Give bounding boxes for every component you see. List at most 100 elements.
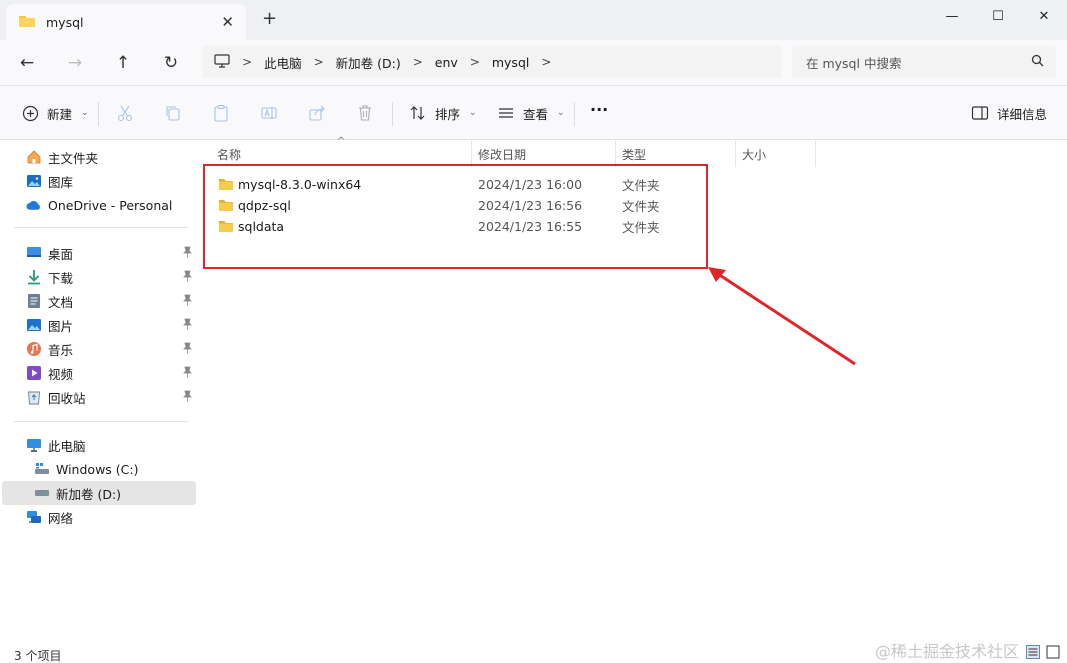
details-view-icon[interactable]: [1026, 645, 1042, 661]
sidebar-item-onedrive[interactable]: OneDrive - Personal: [2, 193, 196, 217]
pin-icon: [183, 342, 192, 357]
cloud-icon: [26, 197, 42, 213]
delete-button[interactable]: [355, 103, 375, 123]
pin-icon: [183, 246, 192, 261]
computer-icon: [214, 53, 230, 71]
maximize-button[interactable]: ☐: [975, 0, 1021, 32]
sort-button[interactable]: 排序 ⌄: [408, 103, 477, 123]
details-pane-button[interactable]: 详细信息: [970, 103, 1047, 123]
copy-button[interactable]: [163, 103, 183, 123]
pin-icon: [183, 366, 192, 381]
pin-icon: [183, 270, 192, 285]
new-tab-button[interactable]: +: [262, 8, 277, 29]
tab-mysql[interactable]: mysql ✕: [6, 4, 246, 40]
pin-icon: [183, 294, 192, 309]
column-header-size[interactable]: 大小: [735, 141, 815, 167]
gallery-icon: [26, 173, 42, 189]
more-options-button[interactable]: ···: [590, 100, 608, 119]
share-icon: [307, 103, 327, 123]
sort-icon: [408, 103, 428, 123]
breadcrumb-env[interactable]: env: [435, 55, 458, 70]
breadcrumb-this-pc[interactable]: 此电脑: [264, 53, 302, 72]
list-view-icon: [496, 103, 516, 123]
new-button[interactable]: 新建 ⌄: [20, 103, 89, 123]
chevron-down-icon: ⌄: [81, 108, 89, 118]
sidebar-item-documents[interactable]: 文档: [2, 289, 196, 313]
address-bar[interactable]: > 此电脑 > 新加卷 (D:) > env > mysql >: [202, 46, 782, 78]
sidebar-item-downloads[interactable]: 下载: [2, 265, 196, 289]
video-icon: [26, 365, 42, 381]
sidebar-item-desktop[interactable]: 桌面: [2, 241, 196, 265]
details-label: 详细信息: [997, 106, 1048, 122]
drive-icon: [34, 461, 50, 477]
recycle-bin-icon: [26, 389, 42, 405]
sidebar-item-label: 此电脑: [48, 438, 86, 454]
sidebar-item-pictures[interactable]: 图片: [2, 313, 196, 337]
sidebar-item-label: 音乐: [48, 342, 74, 358]
tiles-view-icon[interactable]: [1046, 645, 1062, 661]
sidebar-item-label: 回收站: [48, 390, 86, 406]
drive-icon: [34, 485, 50, 501]
sidebar-item-this-pc[interactable]: 此电脑: [2, 433, 196, 457]
forward-button[interactable]: →: [62, 50, 88, 76]
close-button[interactable]: ✕: [1021, 0, 1067, 32]
sidebar-item-gallery[interactable]: 图库: [2, 169, 196, 193]
chevron-down-icon: ⌄: [557, 108, 565, 118]
sidebar-item-label: 网络: [48, 510, 74, 526]
breadcrumb-drive-d[interactable]: 新加卷 (D:): [336, 53, 401, 72]
new-label: 新建: [47, 106, 73, 122]
clipboard-icon: [211, 103, 231, 123]
search-input[interactable]: 在 mysql 中搜索: [806, 53, 1031, 72]
breadcrumb-mysql[interactable]: mysql: [492, 55, 530, 70]
search-box[interactable]: 在 mysql 中搜索: [792, 46, 1056, 78]
annotation-arrow: [708, 267, 856, 366]
column-divider[interactable]: [815, 141, 816, 167]
home-icon: [26, 149, 42, 165]
sidebar-item-music[interactable]: 音乐: [2, 337, 196, 361]
sidebar-item-drive-c[interactable]: Windows (C:): [2, 457, 196, 481]
sidebar-item-drive-d[interactable]: 新加卷 (D:): [2, 481, 196, 505]
watermark: @稀土掘金技术社区: [874, 642, 1019, 661]
trash-icon: [355, 103, 375, 123]
document-icon: [26, 293, 42, 309]
cut-button[interactable]: [115, 103, 135, 123]
annotation-highlight-box: [203, 164, 708, 269]
minimize-button[interactable]: —: [929, 0, 975, 32]
refresh-button[interactable]: ↻: [158, 50, 184, 76]
view-button[interactable]: 查看 ⌄: [496, 103, 565, 123]
sidebar-item-recycle-bin[interactable]: 回收站: [2, 385, 196, 409]
sidebar-item-videos[interactable]: 视频: [2, 361, 196, 385]
up-button[interactable]: ↑: [110, 50, 136, 76]
title-bar: mysql ✕ + — ☐ ✕: [0, 0, 1067, 40]
breadcrumb-separator: >: [242, 55, 253, 69]
sidebar-item-label: 图片: [48, 318, 74, 334]
toolbar-divider: [98, 102, 99, 126]
rename-icon: [259, 103, 279, 123]
back-button[interactable]: ←: [14, 50, 40, 76]
sidebar-divider: [14, 421, 188, 422]
sort-label: 排序: [435, 106, 461, 122]
sidebar-item-label: 下载: [48, 270, 74, 286]
download-icon: [26, 269, 42, 285]
tab-close-icon[interactable]: ✕: [221, 13, 234, 31]
pin-icon: [183, 390, 192, 405]
paste-button[interactable]: [211, 103, 231, 123]
view-label: 查看: [523, 106, 549, 122]
sidebar-item-home[interactable]: 主文件夹: [2, 145, 196, 169]
computer-icon: [26, 437, 42, 453]
breadcrumb-separator: >: [313, 55, 324, 69]
breadcrumb-separator: >: [412, 55, 423, 69]
sidebar-item-network[interactable]: 网络: [2, 505, 196, 529]
more-icon: ···: [590, 100, 609, 119]
navigation-bar: ← → ↑ ↻ > 此电脑 > 新加卷 (D:) > env > mysql >…: [0, 40, 1067, 86]
share-button[interactable]: [307, 103, 327, 123]
rename-button[interactable]: [259, 103, 279, 123]
item-count: 3 个项目: [14, 649, 62, 663]
music-icon: [26, 341, 42, 357]
command-bar: 新建 ⌄ 排序 ⌄ 查看 ⌄ ··· 详细信息: [0, 86, 1067, 140]
sidebar-divider: [14, 227, 188, 228]
chevron-down-icon: ⌄: [469, 108, 477, 118]
search-icon: [1031, 54, 1044, 70]
sidebar-item-label: 主文件夹: [48, 150, 99, 166]
breadcrumb-separator: >: [541, 55, 552, 69]
